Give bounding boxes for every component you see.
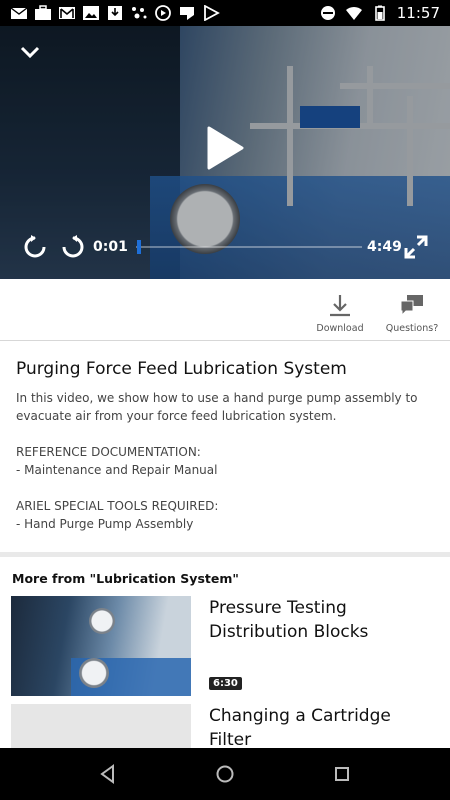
duration-badge: 6:30 <box>209 677 242 690</box>
list-item[interactable]: Changing a Cartridge Filter <box>11 704 441 748</box>
wifi-icon <box>345 6 362 20</box>
list-item[interactable]: Pressure Testing Distribution Blocks 6:3… <box>11 596 441 696</box>
progress-handle[interactable] <box>136 240 141 254</box>
forward-icon[interactable] <box>60 234 86 260</box>
duration-time: 4:49 <box>367 239 402 255</box>
download-label: Download <box>316 323 364 334</box>
back-icon[interactable] <box>97 763 119 785</box>
video-description: Purging Force Feed Lubrication System In… <box>0 341 450 552</box>
video-thumbnail[interactable] <box>11 596 191 696</box>
fullscreen-icon[interactable] <box>403 234 429 260</box>
status-bar: 11:57 <box>0 0 450 26</box>
questions-button[interactable]: Questions? <box>386 279 438 340</box>
more-heading: More from "Lubrication System" <box>12 571 239 586</box>
home-icon[interactable] <box>214 763 236 785</box>
status-time: 11:57 <box>396 4 440 22</box>
more-videos-section: More from "Lubrication System" Pressure … <box>0 557 450 748</box>
tools-heading: ARIEL SPECIAL TOOLS REQUIRED: <box>16 499 219 513</box>
list-item-title[interactable]: Changing a Cartridge Filter <box>209 704 429 748</box>
action-bar: Download Questions? <box>0 279 450 341</box>
video-title: Purging Force Feed Lubrication System <box>16 359 347 379</box>
progress-bar[interactable] <box>136 240 362 254</box>
do-not-disturb-icon <box>320 6 335 20</box>
battery-icon <box>374 5 385 21</box>
recents-icon[interactable] <box>331 763 353 785</box>
gmail-icon <box>59 7 75 19</box>
questions-label: Questions? <box>385 323 439 334</box>
download-button[interactable]: Download <box>314 279 366 340</box>
rewind-icon[interactable] <box>22 234 48 260</box>
video-player[interactable]: 0:01 4:49 <box>0 26 450 279</box>
hangouts-icon <box>180 7 194 20</box>
description-intro: In this video, we show how to use a hand… <box>16 391 418 423</box>
chat-bubbles-icon <box>400 295 423 317</box>
video-thumbnail[interactable] <box>11 704 191 748</box>
download-arrow-icon <box>330 295 350 317</box>
tools-item: - Hand Purge Pump Assembly <box>16 517 194 531</box>
dots-icon <box>132 7 147 19</box>
briefcase-icon <box>35 5 51 20</box>
reference-item: - Maintenance and Repair Manual <box>16 463 218 477</box>
collapse-chevron-icon[interactable] <box>18 40 42 64</box>
image-icon <box>83 6 99 20</box>
reference-heading: REFERENCE DOCUMENTATION: <box>16 445 201 459</box>
play-circle-icon <box>155 5 171 21</box>
current-time: 0:01 <box>93 239 128 255</box>
mail-icon <box>10 7 28 19</box>
list-item-title[interactable]: Pressure Testing Distribution Blocks <box>209 596 429 644</box>
play-store-icon <box>204 5 220 21</box>
navigation-bar <box>0 748 450 800</box>
download-icon <box>108 6 122 20</box>
play-icon[interactable] <box>204 126 244 170</box>
